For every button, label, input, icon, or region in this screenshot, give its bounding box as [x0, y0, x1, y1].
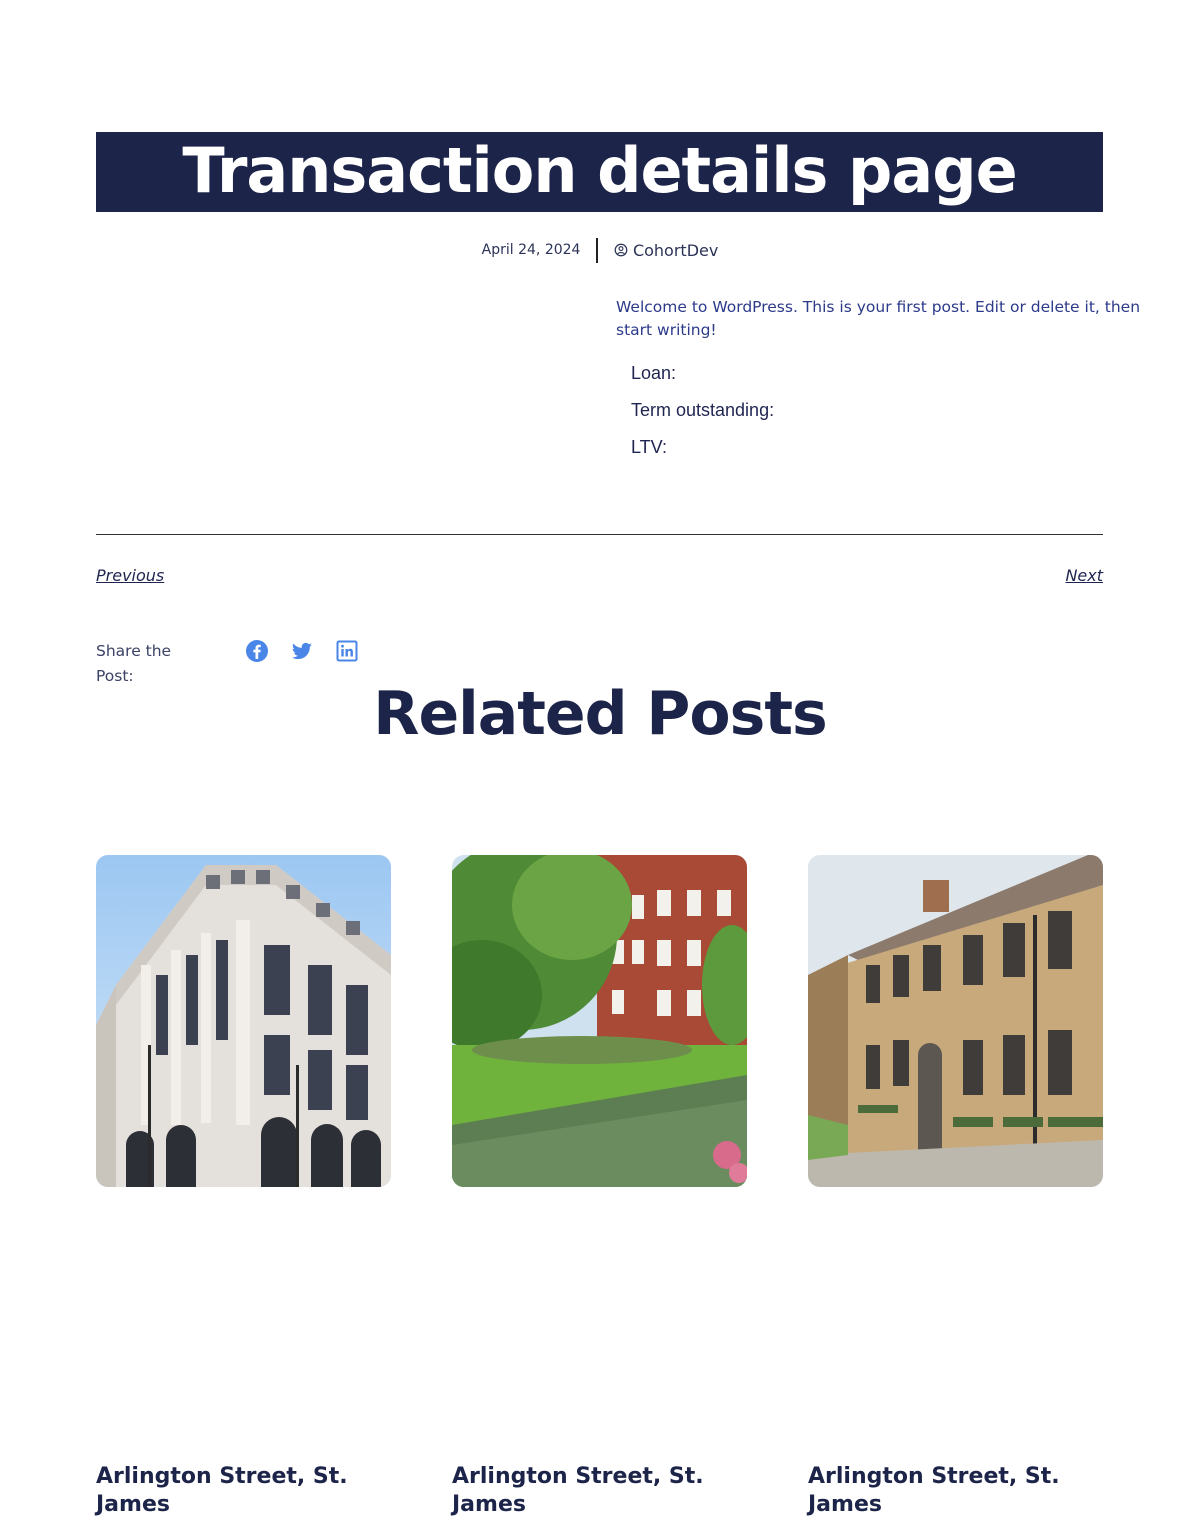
related-post-title[interactable]: Arlington Street, St. James — [96, 1463, 366, 1519]
related-post-image-garden-building[interactable] — [452, 855, 747, 1187]
related-post-title[interactable]: Arlington Street, St. James — [452, 1463, 722, 1519]
related-post-image-brick-mews[interactable] — [808, 855, 1103, 1187]
share-icons — [245, 639, 380, 663]
fact-term-outstanding: Term outstanding: — [631, 400, 775, 420]
related-post-card: Arlington Street, St. James — [96, 855, 391, 1517]
previous-post-link[interactable]: Previous — [96, 566, 164, 585]
next-post-link[interactable]: Next — [1065, 566, 1103, 585]
transaction-facts: Loan: Term outstanding: LTV: — [631, 355, 774, 466]
related-post-image-stone-building[interactable] — [96, 855, 391, 1187]
post-excerpt: Welcome to WordPress. This is your first… — [616, 298, 1141, 339]
related-post-card: Arlington Street, St. James — [808, 855, 1103, 1517]
post-author[interactable]: CohortDev — [598, 241, 718, 260]
author-name: CohortDev — [632, 240, 719, 260]
fact-ltv: LTV: — [631, 437, 668, 457]
post-meta: April 24, 2024 CohortDev — [0, 237, 1200, 263]
divider-line — [96, 534, 1103, 535]
post-date: April 24, 2024 — [481, 242, 581, 258]
fact-loan: Loan: — [631, 363, 677, 383]
twitter-icon[interactable] — [290, 639, 314, 663]
page-title: Transaction details page — [182, 134, 1017, 207]
linkedin-icon[interactable] — [335, 639, 359, 663]
facebook-icon[interactable] — [245, 639, 269, 663]
user-circle-icon — [614, 243, 628, 257]
related-post-title[interactable]: Arlington Street, St. James — [808, 1463, 1078, 1519]
related-posts-heading: Related Posts — [373, 679, 827, 749]
related-post-card: Arlington Street, St. James — [452, 855, 747, 1517]
